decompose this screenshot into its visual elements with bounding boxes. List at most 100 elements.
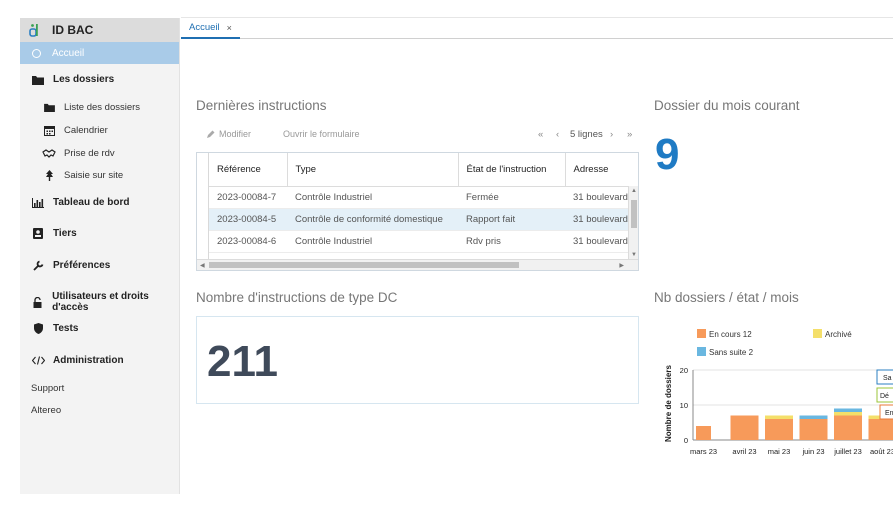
legend-label-en-cours[interactable]: En cours 12 [709, 330, 752, 339]
sidebar-item-support[interactable]: Support [31, 383, 64, 394]
column-header-type[interactable]: Type [287, 153, 459, 187]
sidebar-section-tests[interactable]: Tests [31, 323, 78, 334]
bar-archiv--4[interactable] [834, 412, 862, 416]
table-row[interactable]: 2023-00084-6 Contrôle Industriel Rdv pri… [209, 230, 635, 253]
cell-etat: Rapport fait [458, 208, 565, 231]
hover-label-sans-suite: Sa [883, 375, 892, 382]
edit-button-label: Modifier [219, 129, 252, 139]
sidebar-item-label: Saisie sur site [64, 170, 124, 181]
scrollbar-thumb[interactable] [631, 200, 637, 228]
sidebar: ID BAC Accueil Les dossiers Liste des do… [20, 18, 180, 494]
edit-button[interactable]: Modifier [206, 129, 251, 139]
tree-icon [42, 170, 56, 181]
instructions-grid: Référence Type État de l'instruction Adr… [209, 153, 635, 253]
x-tick-label: avril 23 [732, 447, 756, 456]
sidebar-section-preferences[interactable]: Préférences [31, 260, 110, 271]
y-tick-label: 20 [680, 366, 688, 375]
sidebar-item-label: Accueil [52, 47, 85, 59]
tab-accueil[interactable]: Accueil × [181, 18, 240, 39]
scroll-down-icon[interactable]: ▼ [631, 252, 637, 258]
dc-count-value: 211 [207, 337, 278, 386]
sidebar-section-utilisateurs[interactable]: Utilisateurs et droits d'accès [31, 291, 179, 313]
sidebar-item-prise-rdv[interactable]: Prise de rdv [42, 148, 115, 159]
handshake-icon [42, 149, 56, 158]
code-icon [31, 356, 45, 365]
pager-next-button[interactable]: › [610, 129, 613, 140]
bar-en-cours-4[interactable] [834, 415, 862, 441]
pager-last-button[interactable]: » [627, 129, 632, 140]
sidebar-item-calendrier[interactable]: Calendrier [42, 125, 108, 136]
calendar-icon [42, 125, 56, 136]
cell-type: Contrôle Industriel [287, 186, 458, 209]
bar-archiv--2[interactable] [765, 415, 793, 420]
legend-swatch-sans-suite [697, 347, 706, 356]
cell-etat: Fermée [458, 186, 565, 209]
cell-adresse: 31 boulevard [565, 186, 635, 209]
sidebar-section-tiers[interactable]: Tiers [31, 228, 77, 239]
cell-reference: 2023-00084-5 [209, 208, 287, 231]
open-form-button[interactable]: Ouvrir le formulaire [283, 129, 360, 139]
sidebar-item-liste-dossiers[interactable]: Liste des dossiers [42, 102, 140, 113]
instructions-table: Référence Type État de l'instruction Adr… [196, 152, 639, 271]
dossiers-chart: En cours 12 Archivé Sans suite 2 Nombre … [664, 329, 893, 456]
pager-size-select[interactable]: 5 lignes [570, 129, 603, 140]
pager-prev-button[interactable]: ‹ [556, 129, 559, 140]
sidebar-section-label: Préférences [53, 260, 111, 271]
bar-en-cours-3[interactable] [799, 419, 828, 440]
sidebar-section-label: Les dossiers [53, 74, 115, 85]
scrollbar-thumb[interactable] [209, 262, 519, 268]
bar-en-cours-5[interactable] [868, 419, 893, 440]
sidebar-section-label: Tiers [53, 228, 77, 239]
hover-label-depose: Dé [880, 393, 889, 400]
bar-sans-suite-4[interactable] [834, 408, 862, 413]
table-row[interactable]: 2023-00084-5 Contrôle de conformité dome… [209, 208, 635, 231]
scroll-left-icon[interactable]: ◀ [200, 262, 205, 269]
circle-icon [32, 48, 41, 58]
column-header-adresse[interactable]: Adresse [565, 153, 635, 187]
cell-type: Contrôle de conformité domestique [287, 208, 458, 231]
legend-label-sans-suite[interactable]: Sans suite 2 [709, 348, 754, 357]
app-title: ID BAC [52, 23, 94, 37]
tab-label: Accueil [189, 22, 220, 33]
bar-en-cours-2[interactable] [765, 419, 793, 440]
tab-bar: Accueil × [181, 18, 893, 39]
bar-en-cours-1[interactable] [730, 415, 759, 441]
folder-icon [42, 103, 56, 112]
cell-adresse: 31 boulevard [565, 230, 635, 253]
chart-title: Nb dossiers / état / mois [654, 290, 799, 305]
sidebar-item-accueil[interactable]: Accueil [20, 42, 179, 64]
cell-adresse: 31 boulevard [565, 208, 635, 231]
x-tick-label: août 23 [870, 447, 893, 456]
sidebar-item-saisie-site[interactable]: Saisie sur site [42, 170, 123, 181]
y-tick-label: 10 [680, 401, 688, 410]
table-row[interactable]: 2023-00084-7 Contrôle Industriel Fermée … [209, 186, 635, 209]
brand[interactable]: ID BAC [20, 18, 179, 42]
sidebar-item-altereo[interactable]: Altereo [31, 405, 61, 416]
horizontal-scrollbar[interactable]: ◀ ▶ [197, 259, 638, 270]
app-root: ID BAC Accueil Les dossiers Liste des do… [0, 0, 893, 510]
legend-label-archive[interactable]: Archivé [825, 330, 852, 339]
close-icon[interactable]: × [227, 23, 232, 33]
cell-etat: Rdv pris [458, 230, 565, 253]
column-header-etat[interactable]: État de l'instruction [458, 153, 566, 187]
chart-legend: En cours 12 Archivé Sans suite 2 [697, 329, 852, 357]
id-card-icon [31, 228, 45, 239]
sidebar-section-tableau-bord[interactable]: Tableau de bord [31, 197, 130, 208]
instructions-title: Dernières instructions [196, 98, 327, 113]
cell-type: Contrôle Industriel [287, 230, 458, 253]
app-logo-icon [29, 24, 38, 37]
sidebar-section-dossiers[interactable]: Les dossiers [31, 74, 114, 85]
wrench-icon [31, 260, 45, 271]
sidebar-item-label: Liste des dossiers [64, 102, 141, 113]
vertical-scrollbar[interactable]: ▲ ▼ [628, 186, 638, 260]
scroll-right-icon[interactable]: ▶ [619, 262, 624, 269]
legend-swatch-archive [813, 329, 822, 338]
x-tick-label: juillet 23 [833, 447, 862, 456]
bar-en-cours-0[interactable] [696, 426, 711, 440]
pager-first-button[interactable]: « [538, 129, 543, 140]
bar-chart-icon [31, 197, 45, 208]
scroll-up-icon[interactable]: ▲ [631, 188, 637, 194]
column-header-reference[interactable]: Référence [209, 153, 288, 187]
sidebar-section-administration[interactable]: Administration [31, 355, 124, 366]
bar-sans-suite-3[interactable] [799, 415, 828, 420]
